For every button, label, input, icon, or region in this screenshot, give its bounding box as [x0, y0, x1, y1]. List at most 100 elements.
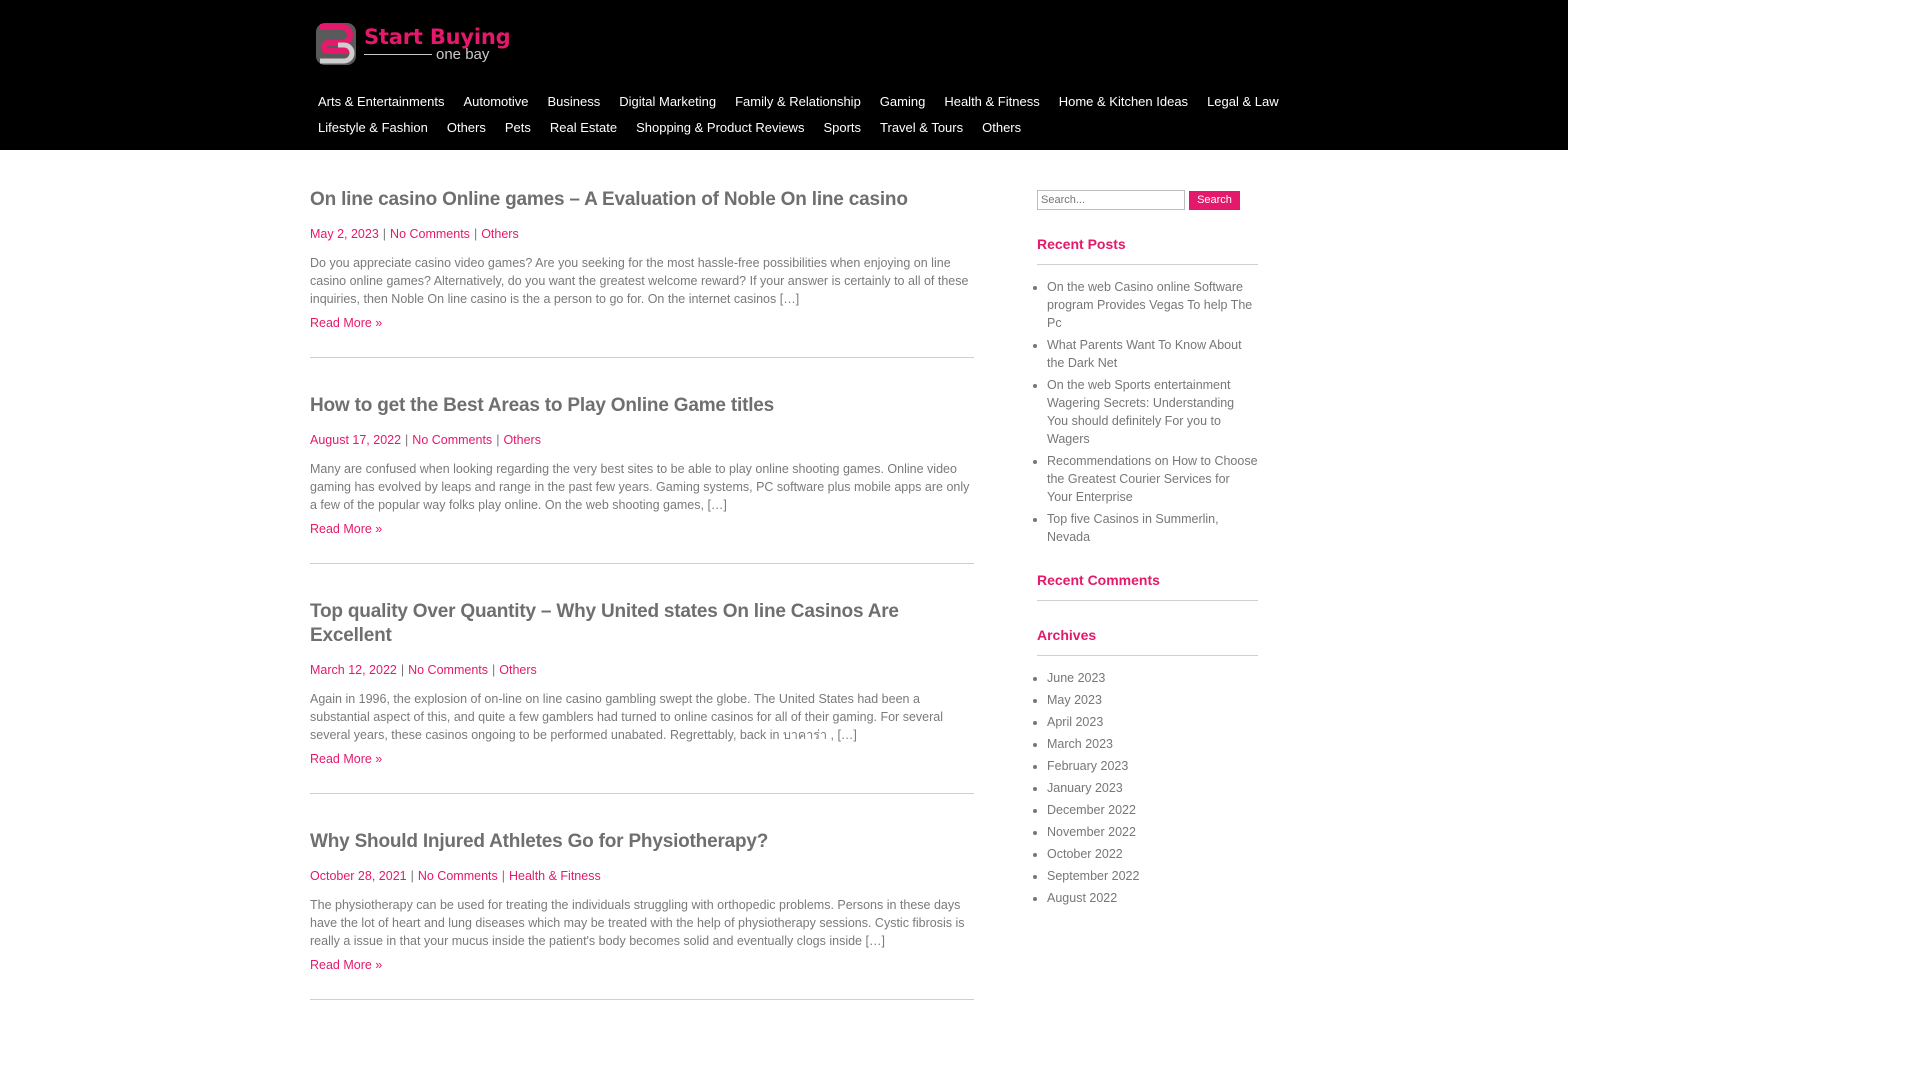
nav-item-health-fitness[interactable]: Health & Fitness — [944, 94, 1039, 109]
list-item: Top five Casinos in Summerlin, Nevada — [1047, 510, 1258, 546]
post-meta: May 2, 2023 | No Comments | Others — [310, 227, 974, 241]
post-item: Top quality Over Quantity – Why United s… — [310, 592, 974, 794]
nav-item-family-relationship[interactable]: Family & Relationship — [735, 94, 861, 109]
recent-post-link[interactable]: Top five Casinos in Summerlin, Nevada — [1047, 512, 1219, 544]
archive-link[interactable]: March 2023 — [1047, 737, 1113, 751]
list-item: What Parents Want To Know About the Dark… — [1047, 336, 1258, 372]
post-meta: October 28, 2021 | No Comments | Health & Fi… — [310, 869, 974, 883]
post-date[interactable]: October 28, 2021 — [310, 869, 407, 883]
nav-item-pets[interactable]: Pets — [505, 120, 531, 135]
recent-posts-widget: Recent Posts On the web Casino online So… — [1037, 236, 1258, 546]
nav-item-gaming[interactable]: Gaming — [880, 94, 926, 109]
post-comments-link[interactable]: No Comments — [418, 869, 498, 883]
meta-separator: | — [492, 663, 496, 677]
site-logo[interactable]: Start Buying one bay — [314, 20, 514, 68]
search-input[interactable] — [1037, 190, 1185, 210]
list-item: April 2023 — [1047, 713, 1258, 731]
archive-link[interactable]: January 2023 — [1047, 781, 1123, 795]
archive-link[interactable]: September 2022 — [1047, 869, 1139, 883]
main-navigation: Arts & Entertainments Automotive Busines… — [318, 88, 1279, 140]
read-more-link[interactable]: Read More » — [310, 522, 382, 536]
sidebar: Search Recent Posts On the web Casino on… — [1037, 190, 1258, 911]
post-date[interactable]: May 2, 2023 — [310, 227, 379, 241]
archive-link[interactable]: April 2023 — [1047, 715, 1103, 729]
recent-comments-widget: Recent Comments — [1037, 572, 1258, 601]
recent-posts-list: On the web Casino online Software progra… — [1037, 278, 1258, 546]
meta-separator: | — [501, 869, 505, 883]
search-button[interactable]: Search — [1189, 190, 1240, 210]
nav-item-home-kitchen[interactable]: Home & Kitchen Ideas — [1059, 94, 1188, 109]
nav-item-business[interactable]: Business — [548, 94, 601, 109]
post-meta: August 17, 2022 | No Comments | Others — [310, 433, 974, 447]
nav-item-travel-tours[interactable]: Travel & Tours — [880, 120, 963, 135]
nav-item-real-estate[interactable]: Real Estate — [550, 120, 617, 135]
archive-link[interactable]: August 2022 — [1047, 891, 1117, 905]
post-item: Why Should Injured Athletes Go for Physi… — [310, 822, 974, 1000]
recent-post-link[interactable]: On the web Casino online Software progra… — [1047, 280, 1252, 330]
widget-title-archives: Archives — [1037, 627, 1258, 656]
nav-row-2: Lifestyle & Fashion Others Pets Real Est… — [318, 114, 1278, 140]
archive-link[interactable]: December 2022 — [1047, 803, 1136, 817]
archive-link[interactable]: May 2023 — [1047, 693, 1102, 707]
post-meta: March 12, 2022 | No Comments | Others — [310, 663, 974, 677]
nav-item-shopping-reviews[interactable]: Shopping & Product Reviews — [636, 120, 804, 135]
post-category-link[interactable]: Others — [499, 663, 537, 677]
list-item: August 2022 — [1047, 889, 1258, 907]
logo-subtitle: one bay — [364, 47, 510, 62]
search-form: Search — [1037, 190, 1258, 210]
recent-post-link[interactable]: On the web Sports entertainment Wagering… — [1047, 378, 1234, 446]
meta-separator: | — [400, 663, 405, 677]
nav-item-arts-entertainments[interactable]: Arts & Entertainments — [318, 94, 444, 109]
meta-separator: | — [382, 227, 387, 241]
logo-title: Start Buying — [364, 24, 511, 49]
post-category-link[interactable]: Health & Fitness — [509, 869, 601, 883]
post-title[interactable]: Why Should Injured Athletes Go for Physi… — [310, 822, 974, 854]
post-comments-link[interactable]: No Comments — [390, 227, 470, 241]
post-item: How to get the Best Areas to Play Online… — [310, 386, 974, 564]
nav-item-others-2[interactable]: Others — [982, 120, 1021, 135]
post-category-link[interactable]: Others — [481, 227, 519, 241]
list-item: September 2022 — [1047, 867, 1258, 885]
logo-subtitle-text: one bay — [436, 45, 490, 63]
post-comments-link[interactable]: No Comments — [412, 433, 492, 447]
logo-text: Start Buying one bay — [364, 24, 511, 62]
recent-post-link[interactable]: Recommendations on How to Choose the Gre… — [1047, 454, 1258, 504]
nav-item-automotive[interactable]: Automotive — [463, 94, 528, 109]
recent-post-link[interactable]: What Parents Want To Know About the Dark… — [1047, 338, 1242, 370]
nav-item-others[interactable]: Others — [447, 120, 486, 135]
nav-item-lifestyle-fashion[interactable]: Lifestyle & Fashion — [318, 120, 428, 135]
archive-link[interactable]: November 2022 — [1047, 825, 1136, 839]
site-header: Start Buying one bay Arts & Entertainmen… — [0, 0, 1568, 150]
post-category-link[interactable]: Others — [503, 433, 541, 447]
logo-mark-icon — [316, 23, 356, 65]
post-comments-link[interactable]: No Comments — [408, 663, 488, 677]
meta-separator: | — [410, 869, 414, 883]
list-item: December 2022 — [1047, 801, 1258, 819]
post-title[interactable]: Top quality Over Quantity – Why United s… — [310, 592, 974, 648]
archive-link[interactable]: February 2023 — [1047, 759, 1128, 773]
post-title[interactable]: How to get the Best Areas to Play Online… — [310, 386, 974, 418]
meta-separator: | — [405, 433, 409, 447]
nav-item-digital-marketing[interactable]: Digital Marketing — [619, 94, 716, 109]
list-item: June 2023 — [1047, 669, 1258, 687]
archives-widget: Archives June 2023 May 2023 April 2023 M… — [1037, 627, 1258, 907]
nav-item-sports[interactable]: Sports — [823, 120, 861, 135]
list-item: On the web Casino online Software progra… — [1047, 278, 1258, 332]
post-date[interactable]: March 12, 2022 — [310, 663, 397, 677]
archives-list: June 2023 May 2023 April 2023 March 2023… — [1037, 669, 1258, 907]
list-item: On the web Sports entertainment Wagering… — [1047, 376, 1258, 448]
list-item: October 2022 — [1047, 845, 1258, 863]
meta-separator: | — [496, 433, 500, 447]
post-title[interactable]: On line casino Online games – A Evaluati… — [310, 180, 974, 212]
nav-item-legal-law[interactable]: Legal & Law — [1207, 94, 1279, 109]
read-more-link[interactable]: Read More » — [310, 752, 382, 766]
widget-title-recent-comments: Recent Comments — [1037, 572, 1258, 601]
read-more-link[interactable]: Read More » — [310, 958, 382, 972]
list-item: Recommendations on How to Choose the Gre… — [1047, 452, 1258, 506]
archive-link[interactable]: June 2023 — [1047, 671, 1105, 685]
archive-link[interactable]: October 2022 — [1047, 847, 1123, 861]
post-date[interactable]: August 17, 2022 — [310, 433, 401, 447]
logo-divider — [364, 53, 432, 55]
read-more-link[interactable]: Read More » — [310, 316, 382, 330]
nav-row-1: Arts & Entertainments Automotive Busines… — [318, 88, 1279, 114]
